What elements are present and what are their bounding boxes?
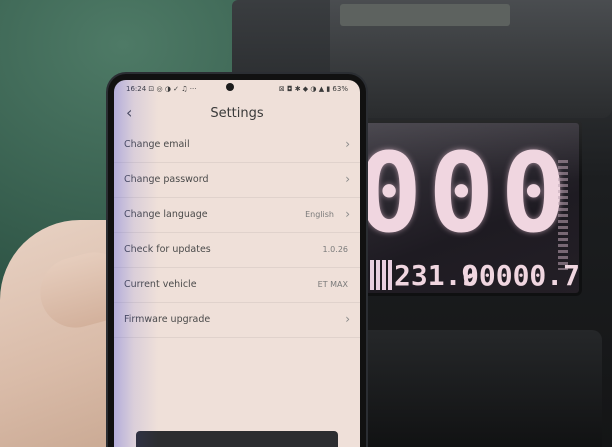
battery-icon [364,260,392,290]
phone: 16:24 ⊡ ◎ ◑ ✓ ♫ ··· ⊠ ◘ ✱ ◆ ◑ ▲ ▮ 63% ‹ … [108,74,366,447]
settings-item-check-updates[interactable]: Check for updates 1.0.26 [114,233,360,268]
settings-item-label: Firmware upgrade [124,314,211,325]
settings-item-label: Check for updates [124,244,211,255]
settings-item-firmware-upgrade[interactable]: Firmware upgrade › [114,303,360,338]
settings-list: Change email › Change password › Change … [114,128,360,338]
app-header: ‹ Settings [114,98,360,128]
settings-item-label: Change email [124,139,190,150]
page-title: Settings [210,106,264,121]
settings-item-change-language[interactable]: Change language English › [114,198,360,233]
photo-scene: 000 231.9 00000.7 16:24 ⊡ ◎ ◑ ✓ ♫ ··· ⊠ … [0,0,612,447]
settings-item-value: English [305,210,334,219]
lcd-odometer-readout: 00000.7 [462,259,581,292]
dashboard-lower-panel [358,330,602,447]
chevron-right-icon: › [345,207,350,221]
phone-screen: 16:24 ⊡ ◎ ◑ ✓ ♫ ··· ⊠ ◘ ✱ ◆ ◑ ▲ ▮ 63% ‹ … [114,80,360,447]
status-icons: ⊠ ◘ ✱ ◆ ◑ ▲ ▮ 63% [278,85,348,93]
chevron-right-icon: › [345,312,350,326]
bottom-action-button[interactable] [136,431,338,447]
lcd-side-bar [558,160,568,270]
status-time: 16:24 ⊡ ◎ ◑ ✓ ♫ ··· [126,85,197,93]
chevron-right-icon: › [345,137,350,151]
settings-item-change-password[interactable]: Change password › [114,163,360,198]
settings-item-current-vehicle[interactable]: Current vehicle ET MAX [114,268,360,303]
dashboard-lcd: 000 231.9 00000.7 [352,120,582,296]
settings-item-label: Change password [124,174,209,185]
settings-item-value: ET MAX [317,280,348,289]
settings-item-label: Current vehicle [124,279,197,290]
settings-item-label: Change language [124,209,208,220]
dashboard-slot [340,4,510,26]
lcd-speed-readout: 000 [356,129,573,257]
settings-item-value: 1.0.26 [322,245,348,254]
chevron-right-icon: › [345,172,350,186]
front-camera-icon [226,83,234,91]
settings-item-change-email[interactable]: Change email › [114,128,360,163]
status-bar: 16:24 ⊡ ◎ ◑ ✓ ♫ ··· ⊠ ◘ ✱ ◆ ◑ ▲ ▮ 63% [114,80,360,98]
